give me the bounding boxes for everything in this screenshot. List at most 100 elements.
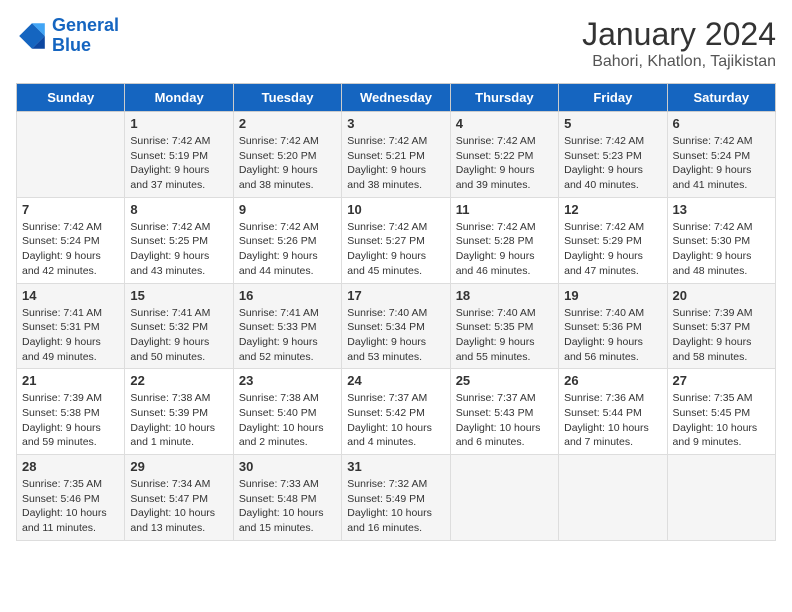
calendar-cell: 25Sunrise: 7:37 AM Sunset: 5:43 PM Dayli… [450, 369, 558, 455]
calendar-cell: 29 Sunrise: 7:34 AM Sunset: 5:47 PM Dayli… [125, 455, 233, 541]
day-number: 20 [673, 288, 770, 303]
day-number: 4 [456, 116, 553, 131]
day-info: Sunrise: 7:42 AM Sunset: 5:21 PM Dayligh… [347, 134, 444, 193]
day-number: 16 [239, 288, 336, 303]
calendar-cell: 23 Sunrise: 7:38 AM Sunset: 5:40 PM Dayli… [233, 369, 341, 455]
day-number: 22 [130, 373, 227, 388]
day-number: 6 [673, 116, 770, 131]
weekday-header: Monday [125, 84, 233, 112]
calendar-week-row: 7 Sunrise: 7:42 AM Sunset: 5:24 PM Daylig… [17, 197, 776, 283]
day-info: Sunrise: 7:41 AM Sunset: 5:31 PM Dayligh… [22, 306, 119, 365]
logo-icon [16, 20, 48, 52]
day-number: 3 [347, 116, 444, 131]
calendar-cell: 27 Sunrise: 7:35 AM Sunset: 5:45 PM Dayli… [667, 369, 775, 455]
calendar-cell: 4Sunrise: 7:42 AM Sunset: 5:22 PM Daylig… [450, 112, 558, 198]
calendar-cell [17, 112, 125, 198]
day-number: 19 [564, 288, 661, 303]
day-number: 15 [130, 288, 227, 303]
calendar-cell [450, 455, 558, 541]
calendar-week-row: 14 Sunrise: 7:41 AM Sunset: 5:31 PM Dayli… [17, 283, 776, 369]
day-info: Sunrise: 7:42 AM Sunset: 5:26 PM Dayligh… [239, 220, 336, 279]
day-info: Sunrise: 7:42 AM Sunset: 5:23 PM Dayligh… [564, 134, 661, 193]
calendar-cell: 13 Sunrise: 7:42 AM Sunset: 5:30 PM Dayli… [667, 197, 775, 283]
weekday-header: Thursday [450, 84, 558, 112]
calendar-week-row: 1 Sunrise: 7:42 AM Sunset: 5:19 PM Daylig… [17, 112, 776, 198]
day-number: 13 [673, 202, 770, 217]
calendar-cell: 8 Sunrise: 7:42 AM Sunset: 5:25 PM Daylig… [125, 197, 233, 283]
calendar-cell: 24 Sunrise: 7:37 AM Sunset: 5:42 PM Dayli… [342, 369, 450, 455]
day-info: Sunrise: 7:42 AM Sunset: 5:24 PM Dayligh… [22, 220, 119, 279]
day-number: 26 [564, 373, 661, 388]
calendar-cell: 6 Sunrise: 7:42 AM Sunset: 5:24 PM Daylig… [667, 112, 775, 198]
day-info: Sunrise: 7:41 AM Sunset: 5:32 PM Dayligh… [130, 306, 227, 365]
day-number: 2 [239, 116, 336, 131]
logo: General Blue [16, 16, 119, 56]
day-info: Sunrise: 7:39 AM Sunset: 5:37 PM Dayligh… [673, 306, 770, 365]
day-number: 21 [22, 373, 119, 388]
day-number: 18 [456, 288, 553, 303]
calendar-cell [559, 455, 667, 541]
calendar-cell: 3 Sunrise: 7:42 AM Sunset: 5:21 PM Daylig… [342, 112, 450, 198]
calendar-cell: 20 Sunrise: 7:39 AM Sunset: 5:37 PM Dayli… [667, 283, 775, 369]
day-info: Sunrise: 7:42 AM Sunset: 5:28 PM Dayligh… [456, 220, 553, 279]
day-number: 28 [22, 459, 119, 474]
weekday-header: Friday [559, 84, 667, 112]
day-info: Sunrise: 7:42 AM Sunset: 5:30 PM Dayligh… [673, 220, 770, 279]
day-number: 29 [130, 459, 227, 474]
day-number: 10 [347, 202, 444, 217]
day-number: 31 [347, 459, 444, 474]
day-info: Sunrise: 7:35 AM Sunset: 5:46 PM Dayligh… [22, 477, 119, 536]
calendar-cell: 17Sunrise: 7:40 AM Sunset: 5:34 PM Dayli… [342, 283, 450, 369]
calendar-cell: 22 Sunrise: 7:38 AM Sunset: 5:39 PM Dayli… [125, 369, 233, 455]
day-number: 8 [130, 202, 227, 217]
day-info: Sunrise: 7:42 AM Sunset: 5:27 PM Dayligh… [347, 220, 444, 279]
calendar-cell: 9 Sunrise: 7:42 AM Sunset: 5:26 PM Daylig… [233, 197, 341, 283]
day-number: 30 [239, 459, 336, 474]
calendar-cell: 2Sunrise: 7:42 AM Sunset: 5:20 PM Daylig… [233, 112, 341, 198]
subtitle: Bahori, Khatlon, Tajikistan [582, 53, 776, 71]
day-info: Sunrise: 7:32 AM Sunset: 5:49 PM Dayligh… [347, 477, 444, 536]
calendar-cell: 21Sunrise: 7:39 AM Sunset: 5:38 PM Dayli… [17, 369, 125, 455]
day-info: Sunrise: 7:40 AM Sunset: 5:36 PM Dayligh… [564, 306, 661, 365]
day-info: Sunrise: 7:38 AM Sunset: 5:39 PM Dayligh… [130, 391, 227, 450]
day-info: Sunrise: 7:34 AM Sunset: 5:47 PM Dayligh… [130, 477, 227, 536]
day-number: 27 [673, 373, 770, 388]
day-info: Sunrise: 7:38 AM Sunset: 5:40 PM Dayligh… [239, 391, 336, 450]
calendar-cell: 18 Sunrise: 7:40 AM Sunset: 5:35 PM Dayli… [450, 283, 558, 369]
calendar-cell: 5 Sunrise: 7:42 AM Sunset: 5:23 PM Daylig… [559, 112, 667, 198]
calendar-table: SundayMondayTuesdayWednesdayThursdayFrid… [16, 83, 776, 541]
day-info: Sunrise: 7:42 AM Sunset: 5:19 PM Dayligh… [130, 134, 227, 193]
logo-text: General Blue [52, 16, 119, 56]
day-info: Sunrise: 7:33 AM Sunset: 5:48 PM Dayligh… [239, 477, 336, 536]
calendar-cell: 14 Sunrise: 7:41 AM Sunset: 5:31 PM Dayli… [17, 283, 125, 369]
calendar-cell: 16Sunrise: 7:41 AM Sunset: 5:33 PM Dayli… [233, 283, 341, 369]
day-number: 5 [564, 116, 661, 131]
day-number: 24 [347, 373, 444, 388]
day-number: 7 [22, 202, 119, 217]
calendar-cell: 15 Sunrise: 7:41 AM Sunset: 5:32 PM Dayli… [125, 283, 233, 369]
title-block: January 2024 Bahori, Khatlon, Tajikistan [582, 16, 776, 71]
weekday-header: Saturday [667, 84, 775, 112]
day-info: Sunrise: 7:40 AM Sunset: 5:34 PM Dayligh… [347, 306, 444, 365]
calendar-cell [667, 455, 775, 541]
calendar-cell: 1 Sunrise: 7:42 AM Sunset: 5:19 PM Daylig… [125, 112, 233, 198]
day-number: 12 [564, 202, 661, 217]
day-info: Sunrise: 7:35 AM Sunset: 5:45 PM Dayligh… [673, 391, 770, 450]
day-number: 25 [456, 373, 553, 388]
day-number: 14 [22, 288, 119, 303]
day-info: Sunrise: 7:40 AM Sunset: 5:35 PM Dayligh… [456, 306, 553, 365]
calendar-cell: 12Sunrise: 7:42 AM Sunset: 5:29 PM Dayli… [559, 197, 667, 283]
day-info: Sunrise: 7:42 AM Sunset: 5:24 PM Dayligh… [673, 134, 770, 193]
calendar-cell: 28 Sunrise: 7:35 AM Sunset: 5:46 PM Dayli… [17, 455, 125, 541]
calendar-cell: 31 Sunrise: 7:32 AM Sunset: 5:49 PM Dayli… [342, 455, 450, 541]
weekday-header: Tuesday [233, 84, 341, 112]
day-info: Sunrise: 7:42 AM Sunset: 5:25 PM Dayligh… [130, 220, 227, 279]
main-title: January 2024 [582, 16, 776, 53]
day-info: Sunrise: 7:37 AM Sunset: 5:42 PM Dayligh… [347, 391, 444, 450]
calendar-week-row: 28 Sunrise: 7:35 AM Sunset: 5:46 PM Dayli… [17, 455, 776, 541]
calendar-header-row: SundayMondayTuesdayWednesdayThursdayFrid… [17, 84, 776, 112]
day-number: 23 [239, 373, 336, 388]
day-number: 1 [130, 116, 227, 131]
day-info: Sunrise: 7:36 AM Sunset: 5:44 PM Dayligh… [564, 391, 661, 450]
day-number: 9 [239, 202, 336, 217]
